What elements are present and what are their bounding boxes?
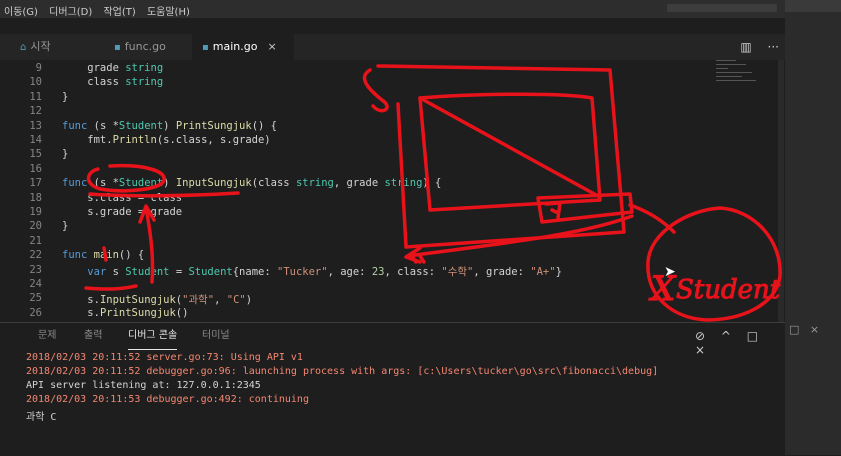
code-text[interactable]: var s Student = Student{name: "Tucker", …	[62, 264, 562, 279]
side-pane: □ ×	[785, 0, 841, 455]
code-editor[interactable]: 9 grade string 10 class string 11} 12 13 func…	[0, 60, 785, 322]
line-number: 21	[29, 234, 42, 247]
code-text[interactable]: }	[62, 220, 68, 232]
menu-debug[interactable]: 디버그(D)	[45, 0, 96, 18]
panel-tab-output[interactable]: 출력	[84, 323, 102, 349]
code-text[interactable]: func (s *Student) PrintSungjuk() {	[62, 120, 277, 132]
panel-tab-problems[interactable]: 문제	[38, 323, 56, 349]
line-number: 10	[29, 76, 42, 89]
code-text[interactable]: func (s *Student) InputSungjuk(class str…	[62, 177, 441, 189]
code-text[interactable]: s.PrintSungjuk()	[62, 307, 188, 319]
line-number: 17	[29, 177, 42, 190]
tab-func-go[interactable]: ▪ func.go	[108, 34, 196, 60]
side-pane-controls: □ ×	[789, 323, 820, 336]
more-actions-icon[interactable]: ···	[768, 40, 779, 54]
tab-label: main.go	[212, 40, 258, 53]
panel-actions: ⊘ ^ □ ×	[695, 329, 785, 357]
tab-main-go[interactable]: ▪ main.go ×	[192, 34, 294, 60]
split-panel-icon[interactable]: □	[747, 329, 758, 343]
side-pane-header	[785, 0, 841, 12]
line-number: 13	[29, 119, 42, 132]
code-text[interactable]: s.InputSungjuk("과학", "C")	[62, 292, 252, 307]
line-number: 25	[29, 292, 42, 305]
close-panel-icon[interactable]: ×	[695, 343, 705, 357]
window-controls	[667, 4, 777, 12]
line-number: 16	[29, 162, 42, 175]
code-text[interactable]: grade string	[62, 62, 163, 74]
code-text[interactable]: s.class = class	[62, 192, 182, 204]
line-number: 24	[29, 278, 42, 290]
close-icon[interactable]: ×	[267, 40, 276, 53]
line-number: 19	[29, 206, 42, 218]
line-number: 18	[29, 191, 42, 204]
console-line: API server listening at: 127.0.0.1:2345	[26, 380, 261, 391]
console-line: 과학 C	[26, 412, 57, 423]
go-file-icon: ▪	[202, 42, 209, 53]
console-line: 2018/02/03 20:11:52 server.go:73: Using …	[26, 352, 303, 363]
code-text[interactable]: }	[62, 91, 68, 103]
editor-scrollbar[interactable]	[778, 60, 784, 322]
editor-actions: ▥ ···	[728, 34, 779, 60]
menu-bar: 이동(G) 디버그(D) 작업(T) 도움말(H)	[0, 0, 785, 18]
console-line: 2018/02/03 20:11:52 debugger.go:96: laun…	[26, 366, 659, 377]
tab-bar: ⌂ 시작 ▪ func.go ▪ main.go × ▥ ···	[0, 34, 785, 60]
tab-label: func.go	[124, 40, 166, 53]
line-number: 14	[29, 134, 42, 146]
console-line: 2018/02/03 20:11:53 debugger.go:492: con…	[26, 394, 309, 405]
line-number: 11	[29, 90, 42, 103]
line-number: 15	[29, 148, 42, 161]
menu-go[interactable]: 이동(G)	[0, 0, 42, 18]
line-number: 22	[29, 249, 42, 262]
vscode-icon: ⌂	[20, 42, 27, 53]
mouse-cursor-icon: ➤	[664, 264, 676, 280]
clear-console-icon[interactable]: ⊘	[695, 329, 705, 343]
line-number: 9	[35, 62, 42, 74]
debug-panel: 문제 출력 디버그 콘솔 터미널 ⊘ ^ □ × 2018/02/03 20:1…	[0, 322, 785, 456]
code-text[interactable]: }	[62, 148, 68, 160]
panel-tab-debug-console[interactable]: 디버그 콘솔	[128, 323, 178, 350]
line-number: 23	[29, 263, 42, 276]
line-number: 26	[29, 306, 42, 319]
go-file-icon: ▪	[114, 42, 121, 53]
code-text[interactable]: s.grade = grade	[62, 206, 182, 218]
menu-tasks[interactable]: 작업(T)	[99, 0, 139, 18]
tab-label: 시작	[30, 40, 51, 53]
line-number: 20	[29, 220, 42, 233]
split-editor-icon[interactable]: ▥	[740, 40, 751, 54]
code-text[interactable]: func main() {	[62, 249, 144, 261]
menu-help[interactable]: 도움말(H)	[143, 0, 194, 18]
minimap[interactable]	[716, 60, 761, 100]
code-text[interactable]: fmt.Println(s.class, s.grade)	[62, 134, 270, 146]
code-text[interactable]: class string	[62, 76, 163, 88]
line-number: 12	[29, 105, 42, 118]
panel-tab-terminal[interactable]: 터미널	[202, 323, 230, 349]
tab-welcome[interactable]: ⌂ 시작	[14, 34, 100, 60]
maximize-panel-icon[interactable]: ^	[721, 329, 731, 343]
